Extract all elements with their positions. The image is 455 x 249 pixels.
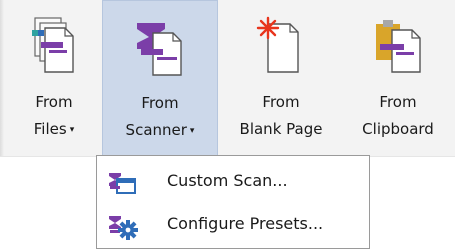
configure-presets-icon — [107, 214, 139, 244]
files-icon — [31, 16, 79, 80]
from-files-button[interactable]: From Files ▾ — [9, 0, 99, 156]
scanner-dropdown-menu: Custom Scan... Configure Presets... — [96, 155, 370, 249]
from-clipboard-label-line2: Clipboard — [362, 120, 434, 138]
from-files-label-line1: From — [35, 93, 73, 111]
menu-item-label: Custom Scan... — [167, 171, 288, 190]
clipboard-icon — [374, 16, 426, 80]
custom-scan-icon — [107, 171, 139, 199]
from-scanner-label-line2: Scanner — [125, 121, 187, 139]
ribbon-separator — [0, 0, 4, 156]
from-clipboard-button[interactable]: From Clipboard — [344, 0, 452, 156]
from-scanner-label-line1: From — [141, 94, 179, 112]
menu-item-configure-presets[interactable]: Configure Presets... — [97, 204, 369, 247]
menu-item-custom-scan[interactable]: Custom Scan... — [97, 161, 369, 204]
from-blank-page-label-line1: From — [262, 93, 300, 111]
dropdown-caret-icon[interactable]: ▾ — [70, 125, 75, 135]
menu-item-label: Configure Presets... — [167, 214, 324, 233]
from-scanner-button[interactable]: From Scanner ▾ — [102, 0, 218, 156]
scanner-icon — [133, 17, 189, 81]
from-blank-page-button[interactable]: From Blank Page — [222, 0, 340, 156]
ribbon-create-group: From Files ▾ From Scanner ▾ From Blank P… — [0, 0, 455, 157]
from-blank-page-label-line2: Blank Page — [239, 120, 323, 138]
blank-page-icon — [254, 16, 306, 80]
from-clipboard-label-line1: From — [379, 93, 417, 111]
dropdown-caret-icon[interactable]: ▾ — [190, 126, 195, 136]
from-files-label-line2: Files — [33, 120, 67, 138]
